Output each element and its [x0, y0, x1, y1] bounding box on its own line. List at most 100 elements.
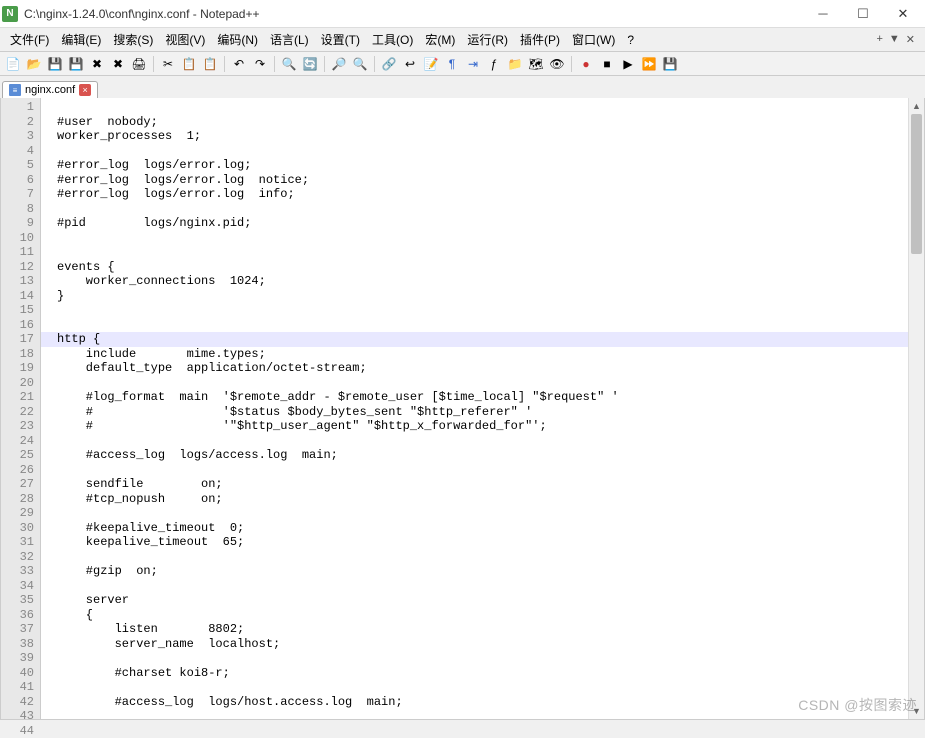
- menu-edit[interactable]: 编辑(E): [55, 29, 107, 50]
- play-icon[interactable]: ▶: [619, 55, 637, 73]
- vertical-scrollbar[interactable]: ▲ ▼: [908, 98, 924, 719]
- record-icon[interactable]: ●: [577, 55, 595, 73]
- stop-icon[interactable]: ■: [598, 55, 616, 73]
- code-line[interactable]: default_type application/octet-stream;: [57, 361, 896, 376]
- code-line[interactable]: [57, 318, 896, 333]
- code-line[interactable]: worker_connections 1024;: [57, 274, 896, 289]
- save-all-icon[interactable]: 💾: [67, 55, 85, 73]
- menu-view[interactable]: 视图(V): [159, 29, 211, 50]
- menu-plugins[interactable]: 插件(P): [514, 29, 566, 50]
- close-all-icon[interactable]: ✖: [109, 55, 127, 73]
- code-line[interactable]: worker_processes 1;: [57, 129, 896, 144]
- code-line[interactable]: }: [57, 289, 896, 304]
- sync-icon[interactable]: 🔗: [380, 55, 398, 73]
- scroll-thumb[interactable]: [911, 114, 922, 254]
- code-line[interactable]: sendfile on;: [57, 477, 896, 492]
- redo-icon[interactable]: ↷: [251, 55, 269, 73]
- code-line[interactable]: #charset koi8-r;: [57, 666, 896, 681]
- doc-icon[interactable]: 📝: [422, 55, 440, 73]
- code-line[interactable]: #access_log logs/host.access.log main;: [57, 695, 896, 710]
- code-line[interactable]: [57, 579, 896, 594]
- code-line[interactable]: [57, 231, 896, 246]
- save-icon[interactable]: 💾: [46, 55, 64, 73]
- fast-icon[interactable]: ⏩: [640, 55, 658, 73]
- close-button[interactable]: ✕: [883, 0, 923, 28]
- code-line[interactable]: #user nobody;: [57, 115, 896, 130]
- all-chars-icon[interactable]: 👁: [548, 55, 566, 73]
- maximize-button[interactable]: ☐: [843, 0, 883, 28]
- code-line[interactable]: #access_log logs/access.log main;: [57, 448, 896, 463]
- code-line[interactable]: {: [57, 608, 896, 623]
- code-line[interactable]: #gzip on;: [57, 564, 896, 579]
- code-line[interactable]: listen 8802;: [57, 622, 896, 637]
- menu-search[interactable]: 搜索(S): [107, 29, 159, 50]
- code-line[interactable]: [57, 680, 896, 695]
- code-line[interactable]: # '"$http_user_agent" "$http_x_forwarded…: [57, 419, 896, 434]
- code-line[interactable]: include mime.types;: [57, 347, 896, 362]
- code-line[interactable]: [57, 245, 896, 260]
- zoom-out-icon[interactable]: 🔍: [351, 55, 369, 73]
- replace-icon[interactable]: 🔄: [301, 55, 319, 73]
- plus-icon[interactable]: +: [876, 33, 882, 46]
- open-file-icon[interactable]: 📂: [25, 55, 43, 73]
- code-line[interactable]: http {: [57, 332, 896, 347]
- code-editor[interactable]: #user nobody;worker_processes 1; #error_l…: [41, 98, 908, 719]
- indent-icon[interactable]: ⇥: [464, 55, 482, 73]
- menu-run[interactable]: 运行(R): [461, 29, 514, 50]
- code-line[interactable]: [57, 303, 896, 318]
- menu-language[interactable]: 语言(L): [264, 29, 315, 50]
- menu-file[interactable]: 文件(F): [4, 29, 55, 50]
- zoom-in-icon[interactable]: 🔎: [330, 55, 348, 73]
- code-line[interactable]: [57, 550, 896, 565]
- folder-icon[interactable]: 📁: [506, 55, 524, 73]
- code-line[interactable]: [57, 463, 896, 478]
- code-line[interactable]: keepalive_timeout 65;: [57, 535, 896, 550]
- code-line[interactable]: [57, 100, 896, 115]
- code-line[interactable]: [57, 144, 896, 159]
- scroll-up-icon[interactable]: ▲: [909, 98, 924, 114]
- close-panel-icon[interactable]: ✕: [906, 33, 915, 46]
- code-line[interactable]: #error_log logs/error.log;: [57, 158, 896, 173]
- code-line[interactable]: #tcp_nopush on;: [57, 492, 896, 507]
- menu-macro[interactable]: 宏(M): [419, 29, 461, 50]
- code-line[interactable]: #error_log logs/error.log notice;: [57, 173, 896, 188]
- cut-icon[interactable]: ✂: [159, 55, 177, 73]
- print-icon[interactable]: 🖨: [130, 55, 148, 73]
- wrap-icon[interactable]: ↩: [401, 55, 419, 73]
- code-line[interactable]: #keepalive_timeout 0;: [57, 521, 896, 536]
- code-line[interactable]: [57, 202, 896, 217]
- menu-help[interactable]: ?: [621, 31, 640, 49]
- code-line[interactable]: [57, 376, 896, 391]
- code-line[interactable]: [57, 651, 896, 666]
- code-line[interactable]: [57, 434, 896, 449]
- find-icon[interactable]: 🔍: [280, 55, 298, 73]
- dropdown-icon[interactable]: ▼: [889, 33, 900, 46]
- doc-map-icon[interactable]: 🗺: [527, 55, 545, 73]
- code-line[interactable]: [57, 506, 896, 521]
- para-icon[interactable]: ¶: [443, 55, 461, 73]
- menu-encoding[interactable]: 编码(N): [211, 29, 264, 50]
- new-file-icon[interactable]: 📄: [4, 55, 22, 73]
- minimize-button[interactable]: ─: [803, 0, 843, 28]
- menu-settings[interactable]: 设置(T): [315, 29, 366, 50]
- paste-icon[interactable]: 📋: [201, 55, 219, 73]
- save-macro-icon[interactable]: 💾: [661, 55, 679, 73]
- func-icon[interactable]: ƒ: [485, 55, 503, 73]
- undo-icon[interactable]: ↶: [230, 55, 248, 73]
- copy-icon[interactable]: 📋: [180, 55, 198, 73]
- code-line[interactable]: server: [57, 593, 896, 608]
- code-line[interactable]: [57, 709, 896, 719]
- line-number: 16: [1, 318, 34, 333]
- code-line[interactable]: # '$status $body_bytes_sent "$http_refer…: [57, 405, 896, 420]
- close-file-icon[interactable]: ✖: [88, 55, 106, 73]
- code-line[interactable]: #pid logs/nginx.pid;: [57, 216, 896, 231]
- code-line[interactable]: #error_log logs/error.log info;: [57, 187, 896, 202]
- tab-nginx-conf[interactable]: ≡ nginx.conf ×: [2, 81, 98, 98]
- code-line[interactable]: #log_format main '$remote_addr - $remote…: [57, 390, 896, 405]
- menu-window[interactable]: 窗口(W): [566, 29, 621, 50]
- scroll-track[interactable]: [909, 114, 924, 703]
- code-line[interactable]: events {: [57, 260, 896, 275]
- menu-tools[interactable]: 工具(O): [366, 29, 419, 50]
- code-line[interactable]: server_name localhost;: [57, 637, 896, 652]
- tab-close-icon[interactable]: ×: [79, 84, 91, 96]
